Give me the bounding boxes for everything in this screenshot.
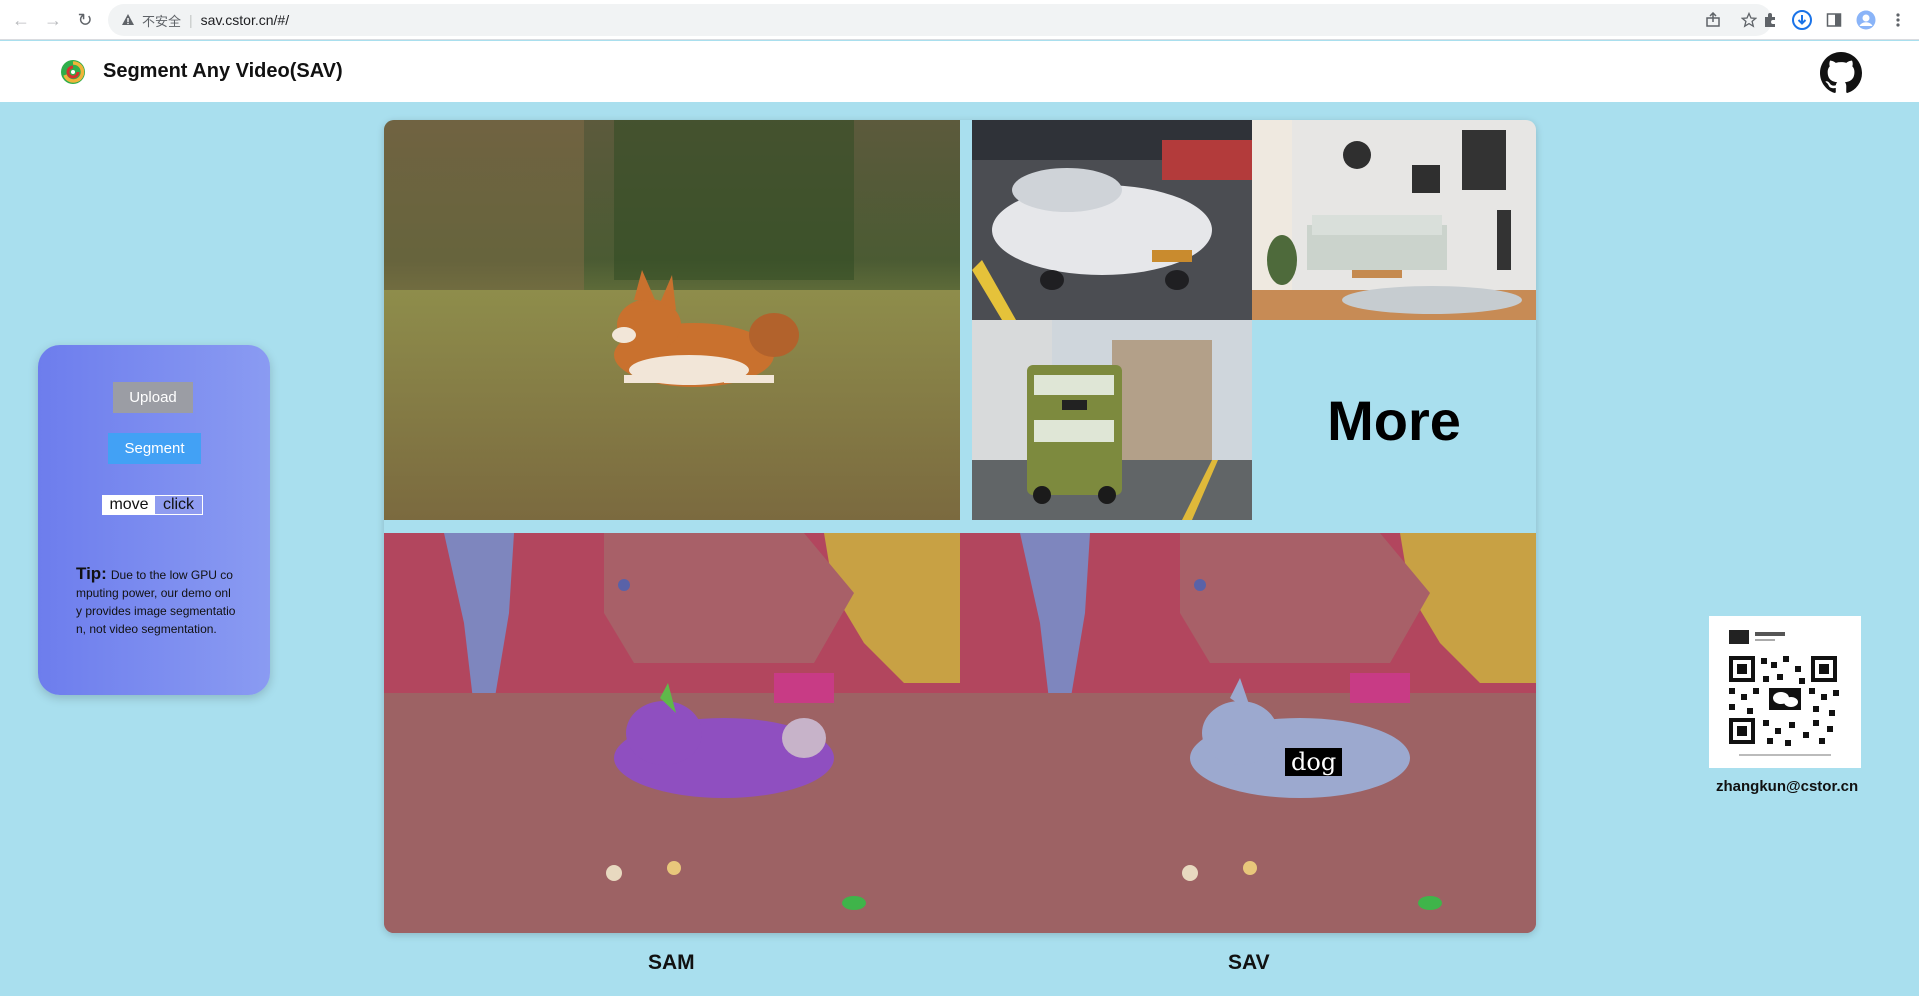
address-bar[interactable]: 不安全 | sav.cstor.cn/#/ xyxy=(108,4,1772,36)
mode-click-option[interactable]: click xyxy=(155,496,202,514)
browser-toolbar: ← → ↻ 不安全 | sav.cstor.cn/#/ xyxy=(0,0,1919,40)
download-icon[interactable] xyxy=(1791,9,1813,31)
separator: | xyxy=(189,12,193,28)
sam-caption: SAM xyxy=(648,951,695,974)
main-card: More dog xyxy=(384,120,1536,933)
bus-photo[interactable] xyxy=(972,320,1252,520)
contact-email[interactable]: zhangkun@cstor.cn xyxy=(1716,778,1858,795)
forward-icon[interactable]: → xyxy=(38,5,68,35)
warning-icon xyxy=(120,12,136,28)
url-text[interactable]: sav.cstor.cn/#/ xyxy=(201,12,289,28)
menu-kebab-icon[interactable] xyxy=(1887,9,1909,31)
more-examples-button[interactable]: More xyxy=(1252,320,1536,520)
security-status[interactable]: 不安全 xyxy=(142,11,181,30)
car-photo[interactable] xyxy=(972,120,1252,320)
control-panel: Upload Segment move click Tip: Due to the… xyxy=(38,345,270,695)
extensions-icon[interactable] xyxy=(1759,9,1781,31)
app-title: Segment Any Video(SAV) xyxy=(103,60,343,82)
sam-result-image xyxy=(384,533,960,933)
bookmark-star-icon[interactable] xyxy=(1738,9,1760,31)
sav-caption: SAV xyxy=(1228,951,1270,974)
share-icon[interactable] xyxy=(1702,9,1724,31)
upload-button[interactable]: Upload xyxy=(113,382,193,413)
reload-icon[interactable]: ↻ xyxy=(70,5,100,35)
tip-text-block: Tip: Due to the low GPU computing power, … xyxy=(76,565,236,638)
sav-result-image: dog xyxy=(960,533,1536,933)
github-icon[interactable] xyxy=(1820,52,1862,94)
profile-avatar-icon[interactable] xyxy=(1855,9,1877,31)
app-header: Segment Any Video(SAV) xyxy=(0,41,1919,102)
living-room-photo[interactable] xyxy=(1252,120,1536,320)
side-panel-icon[interactable] xyxy=(1823,9,1845,31)
segment-button[interactable]: Segment xyxy=(108,433,201,464)
mode-move-option[interactable]: move xyxy=(103,496,155,514)
back-icon[interactable]: ← xyxy=(6,5,36,35)
corgi-photo[interactable] xyxy=(384,120,960,520)
tip-label: Tip: xyxy=(76,564,107,583)
mode-toggle[interactable]: move click xyxy=(102,495,203,515)
app-logo-icon xyxy=(60,59,86,85)
object-label: dog xyxy=(1285,748,1343,776)
wechat-qr-code xyxy=(1709,616,1861,768)
